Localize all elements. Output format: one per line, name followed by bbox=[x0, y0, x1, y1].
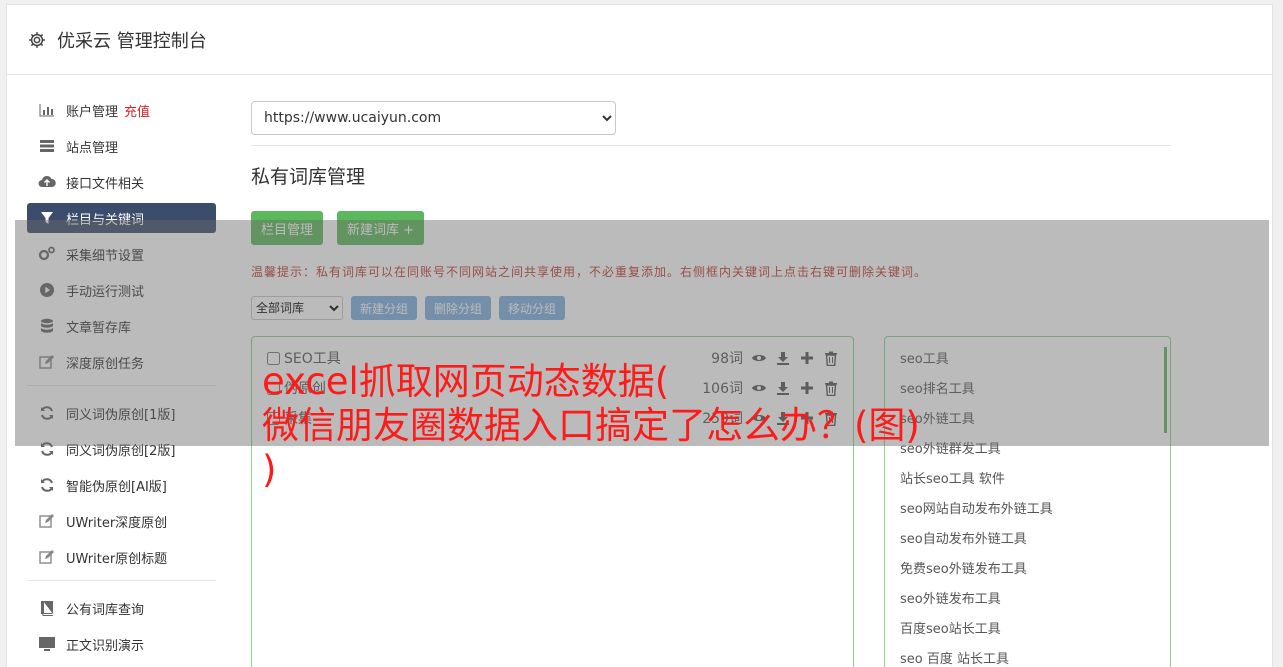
cloud-upload-icon bbox=[38, 174, 56, 190]
keyword-item[interactable]: seo网站自动发布外链工具 bbox=[900, 495, 1170, 525]
sidebar-item-sites[interactable]: 站点管理 bbox=[27, 131, 216, 161]
sidebar-item-text-recognition[interactable]: 正文识别演示 bbox=[27, 629, 216, 659]
edit-icon bbox=[38, 549, 56, 565]
sidebar-item-interface[interactable]: 接口文件相关 bbox=[27, 167, 216, 197]
sidebar-item-label: 正文识别演示 bbox=[66, 638, 145, 654]
sidebar-item-uwriter-deep[interactable]: UWriter深度原创 bbox=[27, 506, 216, 536]
sidebar-item-uwriter-title[interactable]: UWriter原创标题 bbox=[27, 542, 216, 572]
overlay-caption-line: ) bbox=[262, 448, 277, 491]
divider bbox=[251, 145, 1171, 146]
bar-chart-icon bbox=[38, 102, 56, 118]
sidebar-item-label: 公有词库查询 bbox=[66, 602, 145, 618]
sidebar-item-label: UWriter深度原创 bbox=[66, 515, 168, 531]
overlay-caption-line: 微信朋友圈数据入口搞定了怎么办？(图) bbox=[262, 404, 920, 447]
sidebar-item-label: UWriter原创标题 bbox=[66, 551, 168, 567]
keyword-item[interactable]: 百度seo站长工具 bbox=[900, 615, 1170, 645]
book-icon bbox=[38, 600, 56, 616]
sidebar-item-label: 智能伪原创[AI版] bbox=[66, 479, 167, 495]
sidebar-item-label: 站点管理 bbox=[66, 140, 119, 156]
sidebar-item-account[interactable]: 账户管理 充值 bbox=[27, 95, 216, 125]
refresh-icon bbox=[38, 477, 56, 493]
header: 优采云 管理控制台 bbox=[7, 5, 1272, 75]
sidebar-item-public-lib[interactable]: 公有词库查询 bbox=[27, 593, 216, 623]
keyword-item[interactable]: seo 百度 站长工具 bbox=[900, 645, 1170, 667]
page-title: 优采云 管理控制台 bbox=[57, 30, 207, 52]
section-title: 私有词库管理 bbox=[251, 166, 366, 188]
sidebar-divider bbox=[27, 580, 216, 581]
keyword-item[interactable]: seo自动发布外链工具 bbox=[900, 525, 1170, 555]
keyword-item[interactable]: 免费seo外链发布工具 bbox=[900, 555, 1170, 585]
edit-icon bbox=[38, 513, 56, 529]
overlay-caption: excel抓取网页动态数据( 微信朋友圈数据入口搞定了怎么办？(图) ) bbox=[262, 360, 1062, 492]
gear-icon bbox=[29, 31, 45, 48]
recharge-link[interactable]: 充值 bbox=[124, 101, 150, 120]
sidebar-item-label: 账户管理 bbox=[66, 104, 119, 120]
site-select[interactable]: https://www.ucaiyun.com bbox=[251, 101, 616, 135]
keyword-item[interactable]: seo外链发布工具 bbox=[900, 585, 1170, 615]
sidebar-item-ai-original[interactable]: 智能伪原创[AI版] bbox=[27, 470, 216, 500]
monitor-icon bbox=[38, 636, 56, 652]
server-icon bbox=[38, 138, 56, 154]
overlay-caption-line: excel抓取网页动态数据( bbox=[262, 360, 670, 403]
sidebar-item-label: 接口文件相关 bbox=[66, 176, 145, 192]
